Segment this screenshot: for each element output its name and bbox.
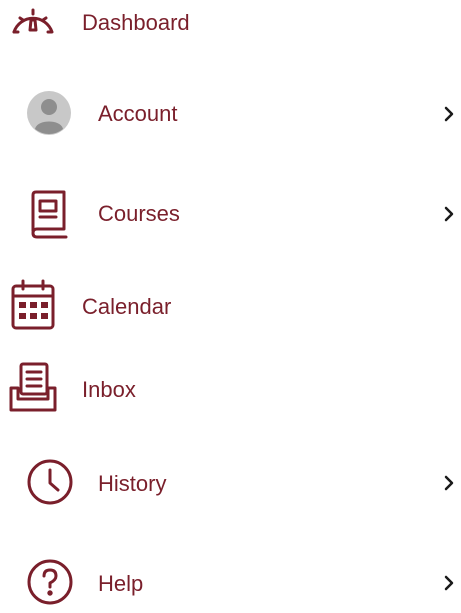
menu-item-label: Courses xyxy=(98,201,180,226)
menu-item-label: Inbox xyxy=(82,377,136,402)
clock-icon xyxy=(26,458,74,506)
menu-item-dashboard[interactable]: Dashboard xyxy=(0,0,461,56)
menu-item-label: Calendar xyxy=(82,294,172,319)
avatar-icon xyxy=(26,90,72,136)
inbox-icon xyxy=(8,361,58,413)
calendar-icon xyxy=(10,278,56,330)
menu-item-account[interactable]: Account xyxy=(0,82,461,146)
menu-item-label: Dashboard xyxy=(82,10,190,35)
chevron-right-icon xyxy=(442,474,456,492)
question-icon xyxy=(26,558,74,606)
menu-item-inbox[interactable]: Inbox xyxy=(0,357,461,421)
menu-item-label: Account xyxy=(98,101,178,126)
menu-item-label: History xyxy=(98,471,167,496)
chevron-right-icon xyxy=(442,574,456,592)
menu-item-help[interactable]: Help xyxy=(0,549,461,613)
dashboard-gauge-icon xyxy=(8,0,58,38)
menu-item-calendar[interactable]: Calendar xyxy=(0,274,461,338)
book-icon xyxy=(28,189,70,239)
chevron-right-icon xyxy=(442,205,456,223)
chevron-right-icon xyxy=(442,105,456,123)
menu-item-label: Help xyxy=(98,571,144,596)
navigation-menu: Dashboard Account Courses Calendar Inbox… xyxy=(0,0,461,605)
menu-item-courses[interactable]: Courses xyxy=(0,182,461,246)
menu-item-history[interactable]: History xyxy=(0,450,461,514)
